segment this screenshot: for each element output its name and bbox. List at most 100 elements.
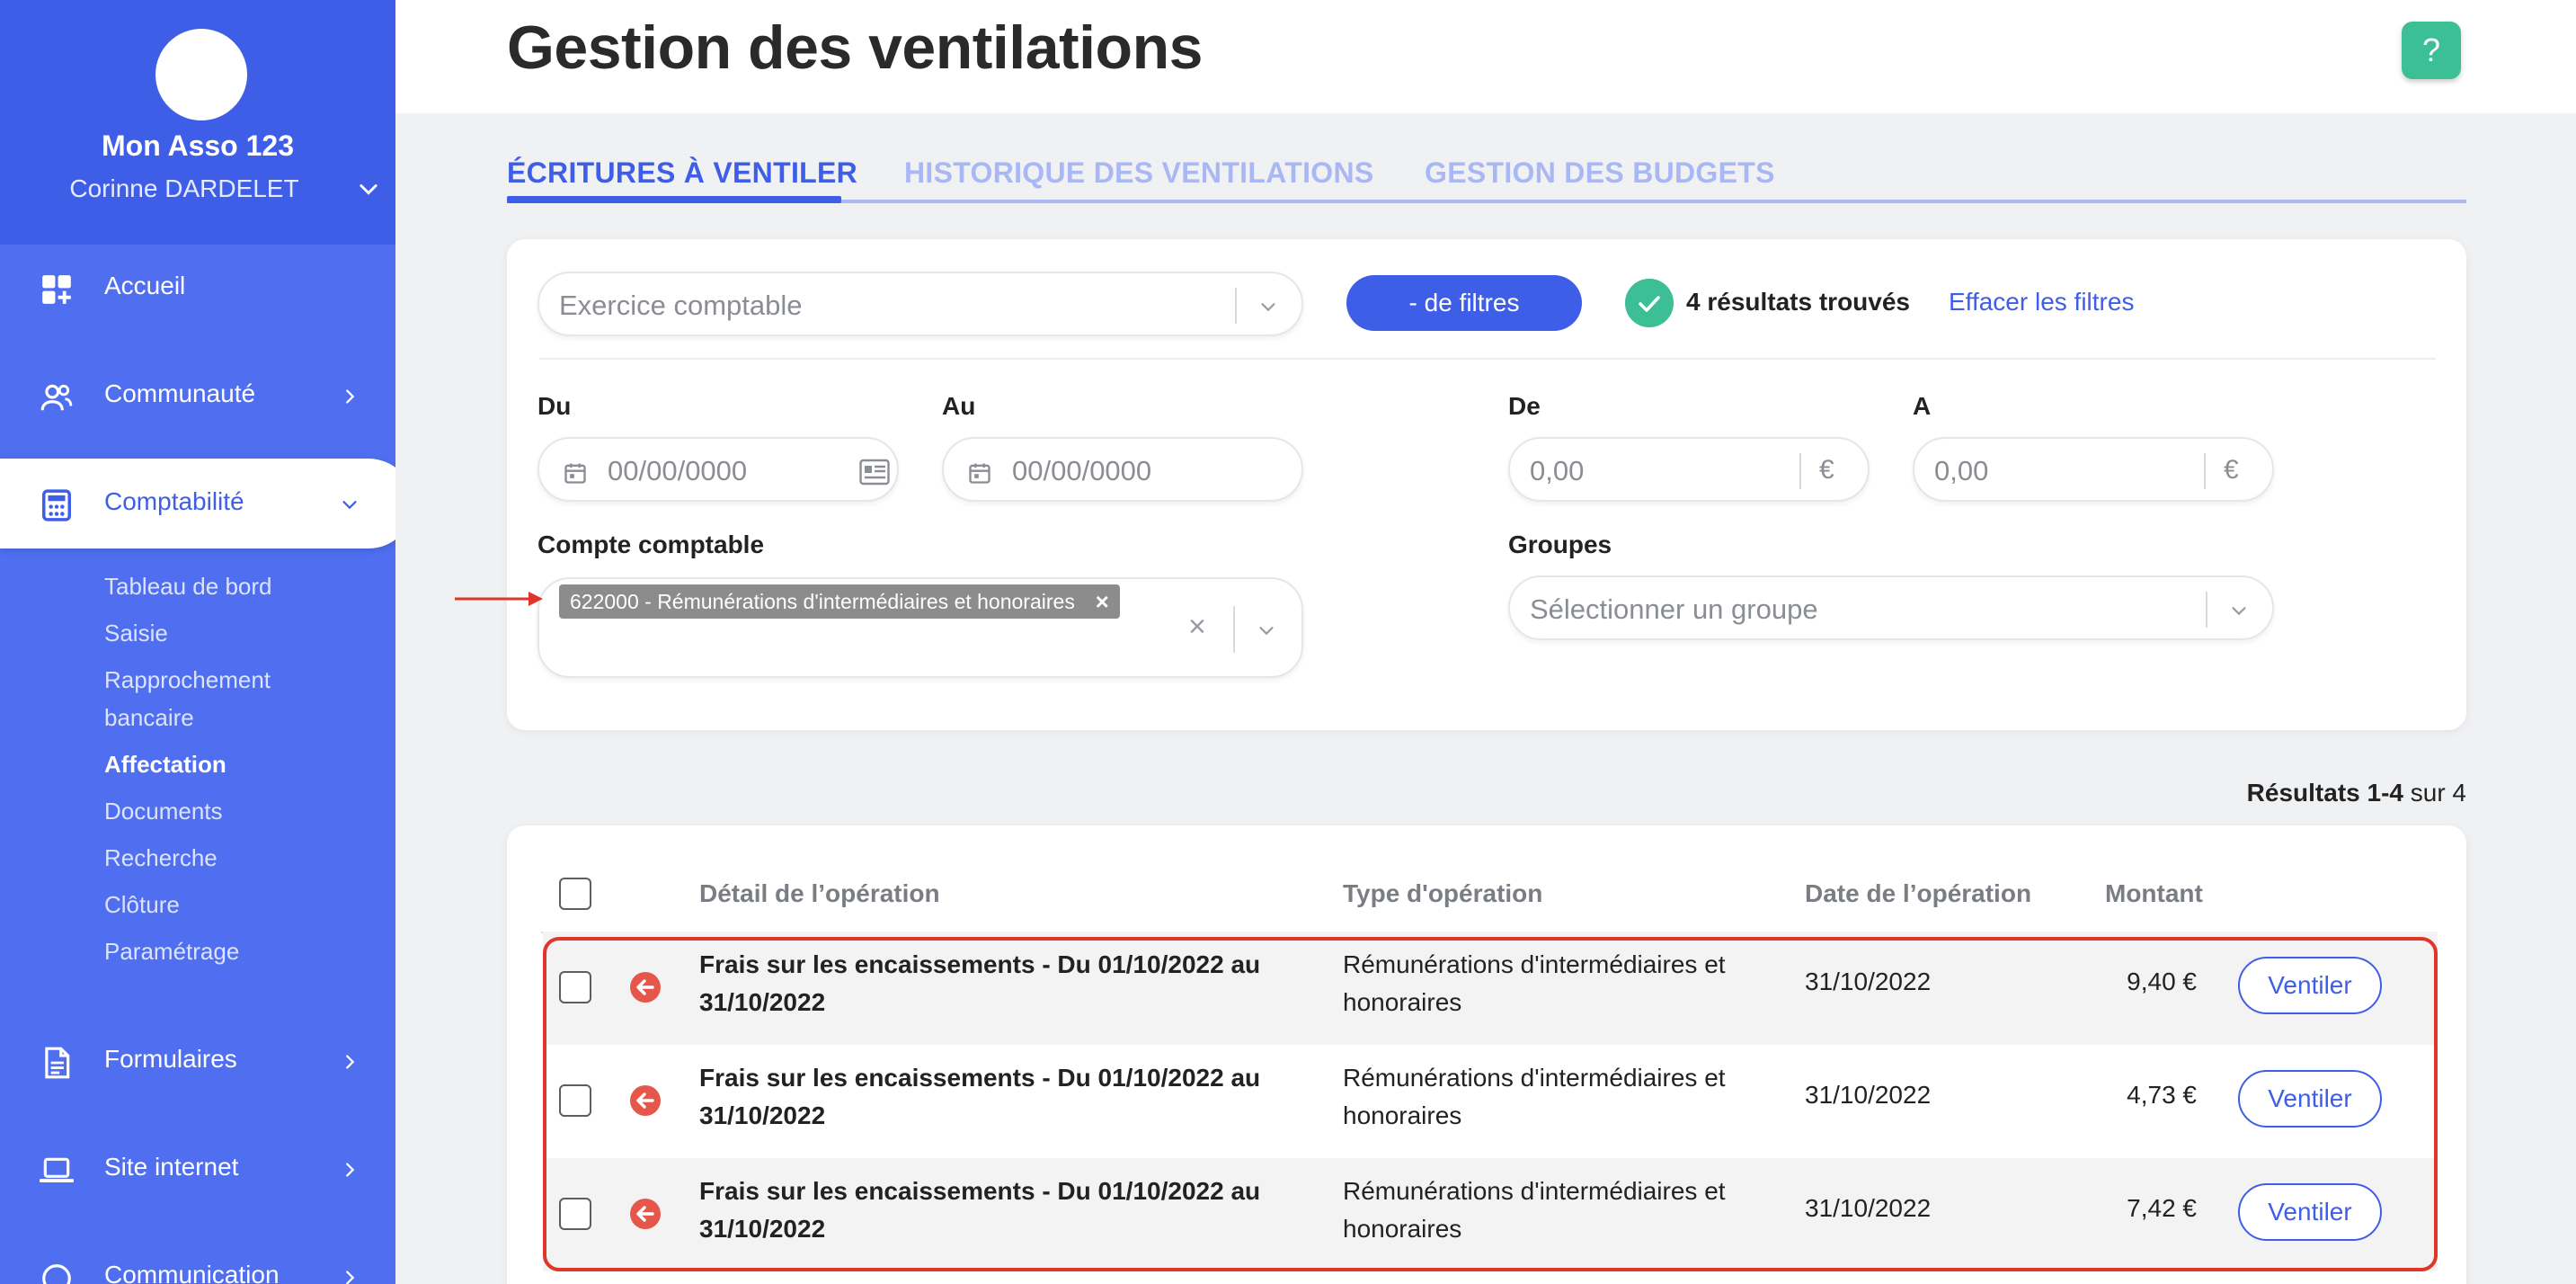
sidebar-item-comptabilite[interactable]: Comptabilité xyxy=(0,459,395,548)
operation-detail: Frais sur les encaissements - Du 01/10/2… xyxy=(699,946,1275,1021)
column-header-date[interactable]: Date de l’opération xyxy=(1805,879,2031,908)
operation-detail-line1: Frais sur les encaissements - Du 01/10/2… xyxy=(699,950,1261,978)
calculator-icon xyxy=(42,489,71,522)
tab-historique-des-ventilations[interactable]: HISTORIQUE DES VENTILATIONS xyxy=(904,156,1374,190)
dashboard-icon xyxy=(42,275,71,304)
operation-type-line2: honoraires xyxy=(1343,1101,1462,1129)
operation-date: 31/10/2022 xyxy=(1805,1081,1932,1109)
outgoing-arrow-icon xyxy=(630,972,661,1003)
amount-from-field[interactable]: 0,00 € xyxy=(1508,437,1870,502)
sidebar-subitem-tableau-de-bord[interactable]: Tableau de bord xyxy=(104,568,271,604)
amount-to-field[interactable]: 0,00 € xyxy=(1913,437,2274,502)
ventiler-button[interactable]: Ventiler xyxy=(2238,1183,2382,1241)
date-picker-icon[interactable] xyxy=(859,459,890,486)
account-label: Compte comptable xyxy=(537,531,765,558)
operation-detail-line1: Frais sur les encaissements - Du 01/10/2… xyxy=(699,1177,1261,1205)
operation-detail-line2: 31/10/2022 xyxy=(699,988,826,1016)
column-header-type[interactable]: Type d'opération xyxy=(1343,879,1542,908)
date-from-field[interactable]: 00/00/0000 xyxy=(537,437,899,502)
table-row: Frais sur les encaissements - Du 01/10/2… xyxy=(543,1045,2438,1158)
sidebar-subitem-parametrage[interactable]: Paramétrage xyxy=(104,933,239,969)
ventiler-button[interactable]: Ventiler xyxy=(2238,1070,2382,1128)
less-filters-button[interactable]: - de filtres xyxy=(1346,275,1582,331)
sidebar-subitem-rapprochement[interactable]: Rapprochement xyxy=(104,662,271,698)
sidebar-item-label: Communauté xyxy=(104,379,256,407)
chevron-down-icon[interactable] xyxy=(2229,601,2249,620)
community-icon xyxy=(40,384,73,411)
operation-detail-line1: Frais sur les encaissements - Du 01/10/2… xyxy=(699,1064,1261,1092)
chevron-right-icon xyxy=(346,1163,355,1177)
operation-detail-line2: 31/10/2022 xyxy=(699,1101,826,1129)
outgoing-arrow-icon xyxy=(630,1085,661,1116)
results-suffix: sur 4 xyxy=(2403,779,2466,807)
chat-icon xyxy=(42,1264,71,1284)
sidebar-item-label: Site internet xyxy=(104,1153,239,1181)
column-header-detail[interactable]: Détail de l’opération xyxy=(699,879,940,908)
groups-select[interactable]: Sélectionner un groupe xyxy=(1508,575,2274,640)
outgoing-arrow-icon xyxy=(630,1199,661,1229)
row-checkbox[interactable] xyxy=(559,971,591,1003)
chevron-down-icon[interactable] xyxy=(1257,620,1276,640)
exercise-select[interactable]: Exercice comptable xyxy=(537,272,1303,336)
calendar-icon xyxy=(564,463,586,484)
operation-type: Rémunérations d'intermédiaires et honorai… xyxy=(1343,946,1774,1021)
operation-type: Rémunérations d'intermédiaires et honorai… xyxy=(1343,1173,1774,1248)
de-label: De xyxy=(1508,392,1541,420)
tag-remove-icon[interactable]: × xyxy=(1096,584,1109,619)
sidebar-item-site-internet[interactable]: Site internet xyxy=(0,1124,395,1214)
filter-divider xyxy=(539,358,2436,360)
amount-from-placeholder: 0,00 xyxy=(1530,455,1585,486)
sidebar-item-communaute[interactable]: Communauté xyxy=(0,351,395,441)
table-row: Frais sur les encaissements - Du 01/10/2… xyxy=(543,932,2438,1045)
a-label: A xyxy=(1913,392,1932,420)
sidebar-subitem-saisie[interactable]: Saisie xyxy=(104,615,168,651)
avatar[interactable] xyxy=(155,29,247,120)
help-button[interactable]: ? xyxy=(2402,22,2461,79)
row-checkbox[interactable] xyxy=(559,1084,591,1117)
org-name: Mon Asso 123 xyxy=(102,129,294,162)
chevron-down-icon[interactable] xyxy=(356,176,381,201)
table-row: Frais sur les encaissements - Du 01/10/2… xyxy=(543,1158,2438,1271)
input-separator xyxy=(1799,453,1801,489)
select-all-checkbox[interactable] xyxy=(559,878,591,910)
tab-gestion-des-budgets[interactable]: GESTION DES BUDGETS xyxy=(1425,156,1775,190)
operation-amount: 4,73 € xyxy=(2127,1081,2197,1109)
select-separator xyxy=(1233,606,1235,653)
operation-type-line1: Rémunérations d'intermédiaires et xyxy=(1343,1177,1726,1205)
sidebar-item-label: Communication xyxy=(104,1261,280,1284)
clear-filters-link[interactable]: Effacer les filtres xyxy=(1949,288,2134,317)
sidebar-item-communication[interactable]: Communication xyxy=(0,1232,395,1284)
operation-detail: Frais sur les encaissements - Du 01/10/2… xyxy=(699,1173,1275,1248)
clear-selection-icon[interactable]: × xyxy=(1188,610,1206,645)
sidebar-item-formulaires[interactable]: Formulaires xyxy=(0,1016,395,1106)
row-checkbox[interactable] xyxy=(559,1198,591,1230)
results-found-text: 4 résultats trouvés xyxy=(1686,288,1910,316)
sidebar-subitem-affectation[interactable]: Affectation xyxy=(104,746,227,782)
sidebar-subitem-recherche[interactable]: Recherche xyxy=(104,840,218,876)
operation-amount: 9,40 € xyxy=(2127,967,2197,995)
chevron-right-icon xyxy=(346,1271,355,1284)
groups-placeholder: Sélectionner un groupe xyxy=(1530,593,1818,625)
operation-detail-line2: 31/10/2022 xyxy=(699,1215,826,1243)
sidebar-subitem-cloture[interactable]: Clôture xyxy=(104,887,180,923)
tab-ecritures-a-ventiler[interactable]: ÉCRITURES À VENTILER xyxy=(507,156,857,190)
sidebar-item-label: Formulaires xyxy=(104,1045,237,1073)
chevron-down-icon xyxy=(342,501,357,510)
column-header-amount[interactable]: Montant xyxy=(2105,879,2203,908)
chevron-down-icon[interactable] xyxy=(1258,297,1278,317)
operation-type: Rémunérations d'intermédiaires et honorai… xyxy=(1343,1059,1774,1135)
sidebar-item-accueil[interactable]: Accueil xyxy=(0,243,395,333)
document-icon xyxy=(45,1047,70,1079)
results-count: Résultats 1-4 sur 4 xyxy=(2067,779,2466,807)
account-multiselect[interactable]: 622000 - Rémunérations d'intermédiaires … xyxy=(537,577,1303,678)
annotation-arrow-icon xyxy=(455,592,543,606)
operation-type-line1: Rémunérations d'intermédiaires et xyxy=(1343,950,1726,978)
sidebar: Mon Asso 123 Corinne DARDELET Accueil Co… xyxy=(0,0,395,1284)
ventiler-button[interactable]: Ventiler xyxy=(2238,957,2382,1014)
sidebar-subitem-documents[interactable]: Documents xyxy=(104,793,223,829)
operation-detail: Frais sur les encaissements - Du 01/10/2… xyxy=(699,1059,1275,1135)
user-name[interactable]: Corinne DARDELET xyxy=(0,174,369,203)
sidebar-subitem-rapprochement-line2[interactable]: bancaire xyxy=(104,700,194,736)
check-circle-icon xyxy=(1625,279,1674,327)
date-to-field[interactable]: 00/00/0000 xyxy=(942,437,1303,502)
